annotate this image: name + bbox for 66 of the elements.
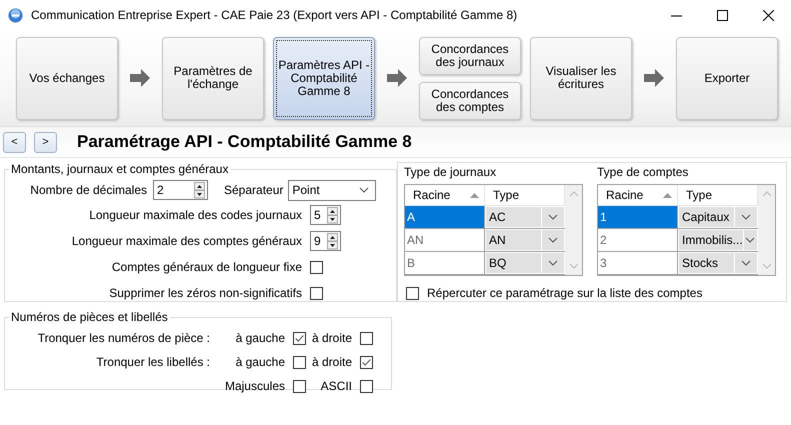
checkbox-label: ASCII — [320, 379, 352, 393]
chevron-down-icon[interactable] — [745, 237, 756, 243]
checkbox[interactable] — [293, 380, 306, 392]
spinner-arrows-icon[interactable] — [194, 182, 205, 198]
checkbox[interactable] — [360, 356, 373, 368]
row-label: Tronquer les libellés : — [96, 355, 210, 369]
number-field[interactable]: 5 — [310, 205, 341, 225]
type-dropdown[interactable]: AC — [485, 206, 565, 228]
chevron-down-icon[interactable] — [548, 214, 558, 220]
checkbox[interactable] — [360, 380, 373, 392]
checkbox[interactable] — [293, 332, 306, 344]
separator-dropdown[interactable]: Point — [288, 180, 376, 200]
type-dropdown[interactable]: Capitaux — [678, 206, 758, 228]
step-button[interactable]: Paramètres de l'échange — [162, 36, 264, 120]
row-label: Tronquer les numéros de pièce : — [38, 331, 210, 345]
field-label: Longueur maximale des codes journaux — [88, 208, 302, 222]
sort-up-icon — [663, 192, 672, 198]
checkbox[interactable] — [360, 332, 373, 344]
column-header[interactable]: Racine — [598, 185, 678, 205]
type-dropdown[interactable]: AN — [485, 229, 565, 251]
group-title: Type de journaux — [404, 165, 498, 179]
checkbox-label: à gauche — [236, 355, 285, 369]
type-dropdown[interactable]: Immobilis... — [678, 229, 758, 251]
table-cell[interactable]: A — [405, 206, 485, 228]
checkbox[interactable] — [406, 286, 419, 300]
spinner-arrows-icon[interactable] — [327, 206, 338, 224]
checkbox-label: Supprimer les zéros non-significatifs — [108, 286, 302, 300]
table-cell[interactable]: 1 — [598, 206, 678, 228]
chevron-down-icon[interactable] — [741, 260, 751, 266]
field-label: Longueur maximale des comptes généraux — [70, 234, 302, 248]
field-label: Séparateur — [224, 183, 284, 197]
nav-button[interactable]: > — [34, 132, 57, 152]
chevron-down-icon[interactable] — [359, 187, 370, 193]
checkbox-label: à gauche — [236, 331, 285, 345]
step-button[interactable]: Visualiser les écritures — [530, 36, 632, 120]
checkbox-label: à droite — [312, 331, 352, 345]
chevron-down-icon[interactable] — [741, 214, 751, 220]
checkbox-label: Répercuter ce paramétrage sur la liste des comptes — [427, 286, 702, 300]
checkbox[interactable] — [310, 260, 323, 274]
page-title: Paramétrage API - Comptabilité Gamme 8 — [77, 132, 412, 152]
step-button[interactable]: Vos échanges — [16, 36, 118, 120]
step-button[interactable]: Concordances des journaux — [419, 36, 521, 74]
group-title: Numéros de pièces et libellés — [10, 310, 169, 324]
chevron-down-icon[interactable] — [548, 260, 558, 266]
checkbox-label: à droite — [312, 355, 352, 369]
number-field[interactable]: 2 — [153, 180, 208, 200]
checkbox[interactable] — [310, 286, 323, 300]
checkbox-label: Majuscules — [224, 379, 285, 393]
type-dropdown[interactable]: BQ — [485, 252, 565, 274]
nav-button[interactable]: < — [3, 132, 26, 152]
chevron-down-icon[interactable] — [548, 237, 558, 243]
group-title: Montants, journaux et comptes généraux — [10, 162, 230, 176]
checkbox[interactable] — [293, 356, 306, 368]
type-dropdown[interactable]: Stocks — [678, 252, 758, 274]
sort-up-icon — [470, 192, 479, 198]
app-icon — [8, 8, 23, 22]
window-title: Communication Entreprise Expert - CAE Paie 23 (Export vers API - Comptabilité Gamme 8) — [31, 8, 518, 22]
number-field[interactable]: 9 — [310, 231, 341, 251]
step-button[interactable]: Exporter — [676, 36, 778, 120]
group-title: Type de comptes — [597, 165, 690, 179]
checkbox-label: Comptes généraux de longueur fixe — [110, 260, 302, 274]
column-header[interactable]: Racine — [405, 185, 485, 205]
field-label: Nombre de décimales — [29, 183, 147, 197]
spinner-arrows-icon[interactable] — [327, 232, 338, 250]
step-button[interactable]: Paramètres API - Comptabilité Gamme 8 — [273, 36, 375, 120]
step-button[interactable]: Concordances des comptes — [419, 82, 521, 120]
